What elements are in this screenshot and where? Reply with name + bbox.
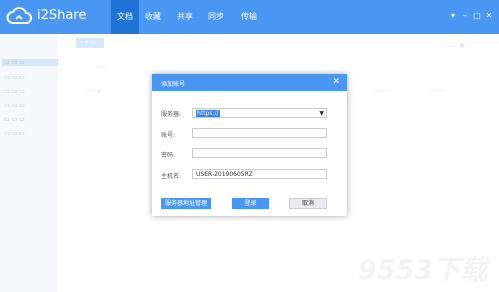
password-label: 密码: [161, 152, 176, 159]
tab-favorites[interactable]: 收藏 [139, 0, 167, 34]
sidebar-item[interactable]: ▭ ▭ ▭ [4, 116, 25, 123]
sidebar-item[interactable]: ▭ ▭ ▭ [4, 102, 25, 109]
cancel-button[interactable]: 取消 [289, 198, 327, 209]
tab-shared[interactable]: 共享 [171, 0, 199, 34]
tab-documents[interactable]: 文档 [111, 0, 139, 34]
sidebar: ▭ ▭ ▭ ▭ ▭ ▭ ▭ ▭ ▭ ▭ ▭ ▭ ▭ ▭ ▭ ▭ ▭ ▭ [0, 34, 58, 292]
tab-transfer[interactable]: 传输 [235, 0, 263, 34]
sidebar-item[interactable]: ▭ ▭ ▭ [4, 130, 25, 137]
close-icon[interactable]: ✕ [332, 77, 340, 87]
cloud-logo-icon [6, 7, 32, 24]
title-bar: i2Share 文档 收藏 共享 同步 传输 ▾ – □ ✕ [0, 0, 499, 34]
menu-dropdown-icon[interactable]: ▾ [448, 11, 458, 20]
sidebar-item-active[interactable]: ▭ ▭ ▭ [2, 59, 58, 66]
minimize-icon[interactable]: – [460, 11, 470, 20]
server-address-manage-button[interactable]: 服务器地址管理 [161, 198, 211, 209]
server-select[interactable]: https:// ▼ [192, 108, 327, 118]
tab-sync[interactable]: 同步 [202, 0, 230, 34]
server-label: 服务器: [161, 111, 182, 118]
account-label: 账号: [161, 132, 176, 139]
dialog-title: 添加账号 [161, 81, 186, 88]
add-account-dialog: 添加账号 ✕ 服务器: https:// ▼ 账号: 密码: 主机名: USER… [152, 74, 347, 216]
tab-sync-label: 同步 [208, 12, 224, 21]
tab-favorites-label: 收藏 [145, 12, 161, 21]
dialog-header: 添加账号 ✕ [152, 74, 347, 91]
hostname-label: 主机名: [161, 173, 182, 180]
tab-shared-label: 共享 [177, 12, 193, 21]
server-value: https:// [196, 110, 220, 117]
app-name: i2Share [37, 8, 87, 23]
sidebar-item[interactable]: ▭ ▭ ▭ [4, 74, 25, 81]
sidebar-item[interactable]: ▭ ▭ ▭ [4, 88, 25, 95]
chevron-down-icon: ▼ [319, 110, 324, 117]
password-field[interactable] [192, 148, 327, 158]
close-window-icon[interactable]: ✕ [484, 11, 494, 20]
maximize-icon[interactable]: □ [472, 11, 482, 20]
watermark: 9553下载 [358, 255, 488, 286]
hostname-field[interactable]: USER-20190605RZ [192, 169, 327, 179]
tab-documents-label: 文档 [117, 12, 133, 21]
login-button[interactable]: 登录 [232, 198, 269, 209]
tab-transfer-label: 传输 [241, 12, 257, 21]
account-field[interactable] [192, 128, 327, 138]
